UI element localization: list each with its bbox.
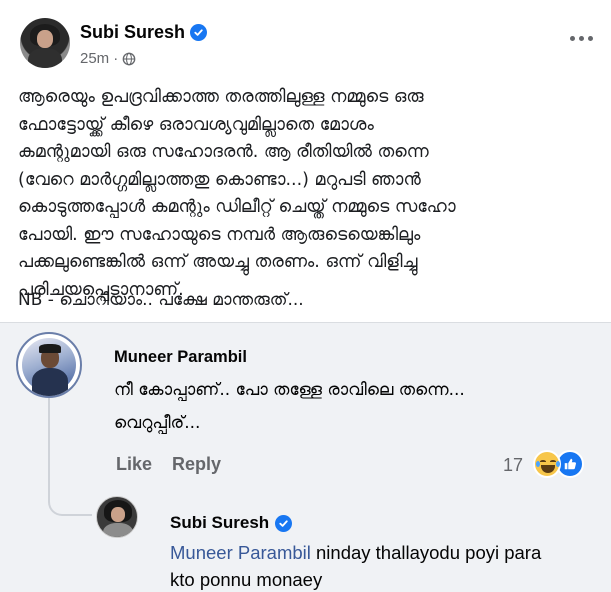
post-timestamp[interactable]: 25m (80, 50, 109, 67)
post-author-row: Subi Suresh (80, 22, 208, 43)
reply-button[interactable]: Reply (172, 454, 221, 475)
reply-thread-line (48, 398, 92, 516)
reply-bubble: Subi Suresh Muneer Parambil ninday thall… (152, 503, 576, 592)
post-author-avatar[interactable] (20, 18, 70, 68)
meta-separator: · (113, 50, 119, 67)
post-divider (0, 322, 611, 323)
post-card: Subi Suresh 25m · ആരെയും ഉപദ്രവിക്കാത്ത … (0, 0, 611, 322)
post-body-text: ആരെയും ഉപദ്രവിക്കാത്ത തരത്തിലുള്ള നമ്മുട… (18, 87, 456, 300)
comment-bubble: Muneer Parambil നീ കോപ്പാണ്.. പോ തള്ളേ ര… (94, 336, 596, 442)
reply-author-avatar[interactable] (96, 496, 138, 538)
post-nb-text: NB - ചൊറിയാം.. പക്ഷേ മാന്തരുത്... (18, 290, 304, 310)
more-options-icon[interactable] (570, 36, 593, 41)
globe-icon (122, 52, 136, 65)
comment-actions: Like Reply (116, 454, 221, 475)
comment-text: നീ കോപ്പാണ്.. പോ തള്ളേ രാവിലെ തന്നെ... വ… (114, 380, 465, 433)
haha-reaction-icon[interactable] (533, 450, 561, 478)
verified-badge-icon (275, 514, 293, 532)
comment-author-name[interactable]: Muneer Parambil (114, 348, 247, 367)
mention-link[interactable]: Muneer Parambil (170, 542, 311, 563)
post-meta: 25m · (80, 50, 136, 67)
commenter-avatar[interactable] (16, 332, 82, 398)
reaction-count[interactable]: 17 (503, 455, 523, 476)
post-author-name[interactable]: Subi Suresh (80, 22, 185, 43)
reply-text: Muneer Parambil ninday thallayodu poyi p… (170, 539, 570, 592)
like-button[interactable]: Like (116, 454, 152, 475)
reply-author-name[interactable]: Subi Suresh (170, 513, 269, 533)
verified-badge-icon (190, 24, 208, 41)
reply-author-row: Subi Suresh (170, 513, 293, 533)
